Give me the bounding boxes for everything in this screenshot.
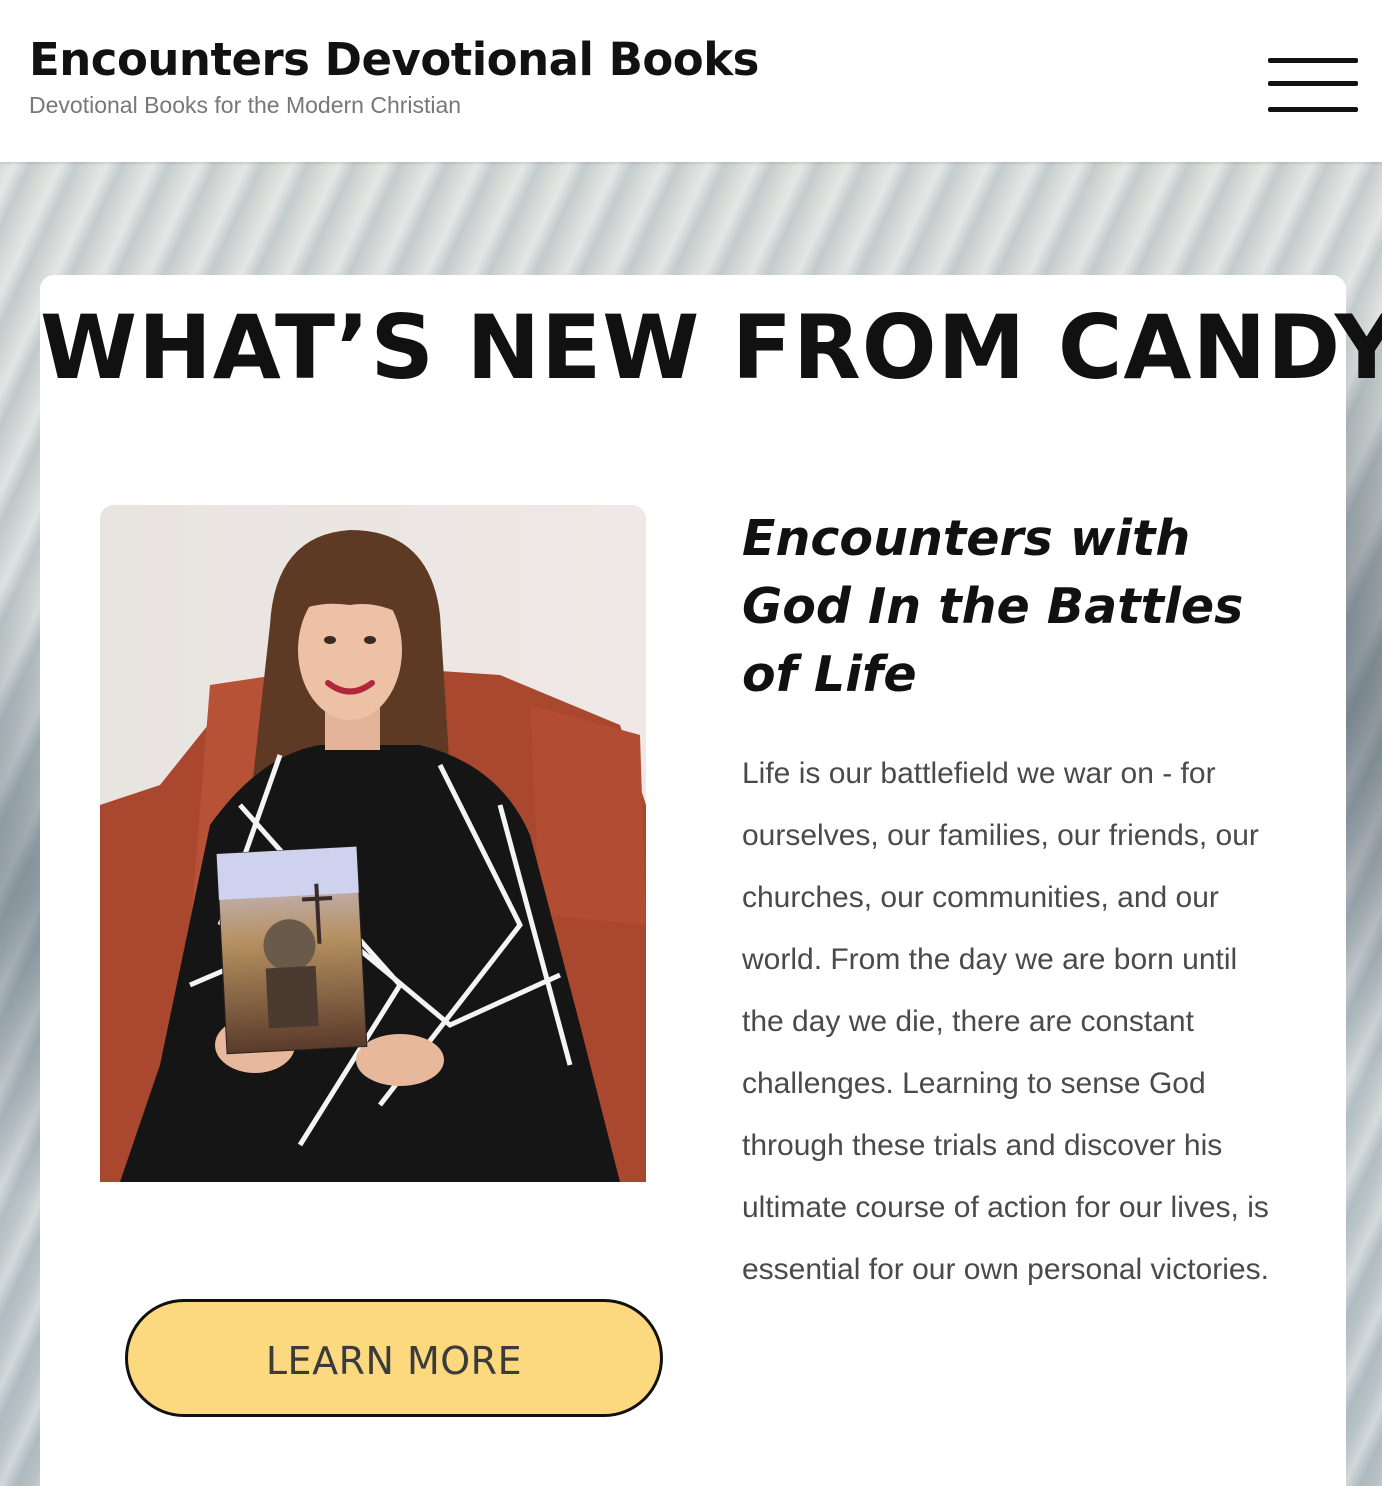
book-title: Encounters with God In the Battles of Li…: [742, 510, 1244, 703]
author-with-book-illustration: [100, 505, 646, 1182]
whats-new-card: WHAT’S NEW FROM CANDY! LEARN MORE Encoun…: [40, 275, 1382, 1486]
book-description: Life is our battlefield we war on - for …: [742, 757, 1269, 1286]
menu-bar-middle: [1268, 81, 1358, 86]
learn-more-button[interactable]: LEARN MORE: [125, 1299, 663, 1417]
author-photo: [100, 505, 646, 1182]
site-title[interactable]: Encounters Devotional Books: [29, 32, 759, 88]
site-tagline: Devotional Books for the Modern Christia…: [29, 92, 462, 118]
section-heading: WHAT’S NEW FROM CANDY!: [40, 296, 1382, 399]
menu-bar-bottom: [1268, 107, 1358, 112]
menu-bar-top: [1268, 58, 1358, 63]
site-header: Encounters Devotional Books Devotional B…: [0, 0, 1382, 162]
hamburger-menu-icon[interactable]: [1266, 56, 1358, 116]
